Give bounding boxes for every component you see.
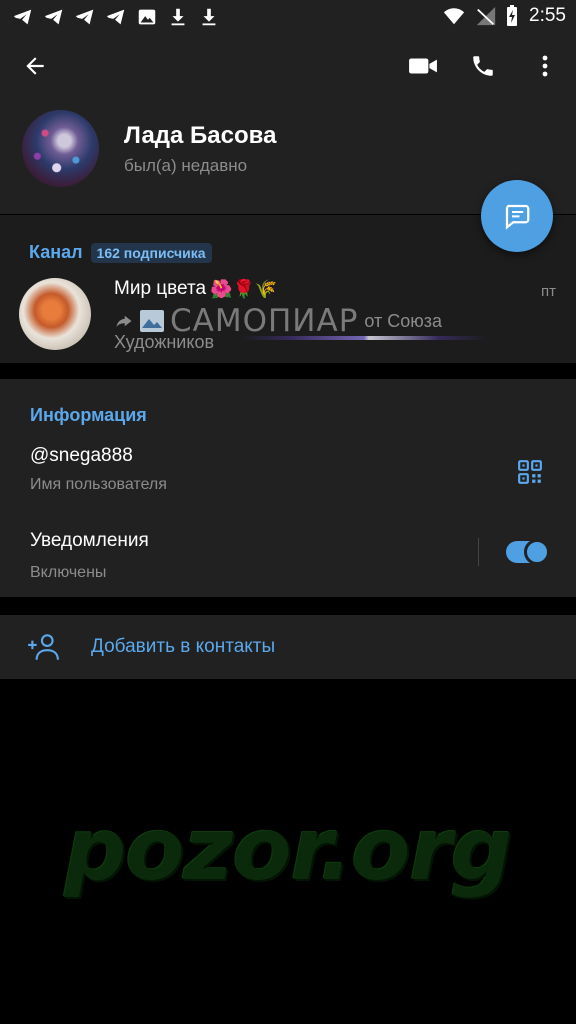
wifi-icon <box>443 8 465 25</box>
thumbnail-icon <box>140 310 164 332</box>
notification-icons <box>12 6 220 28</box>
toggle-knob <box>524 539 550 565</box>
divider <box>478 538 479 566</box>
channel-name-emoji: 🌺🌹🌾 <box>210 278 278 299</box>
channel-preview-line2: Художников <box>114 332 215 352</box>
last-seen-status: был(а) недавно <box>124 156 248 175</box>
chat-bubble-icon <box>505 204 530 230</box>
decorative-wave <box>240 336 488 340</box>
download-icon <box>171 8 185 26</box>
arrow-back-icon <box>26 57 44 75</box>
telegram-icon <box>106 9 125 25</box>
download-icon <box>202 8 216 26</box>
avatar[interactable] <box>22 110 99 187</box>
image-icon <box>138 9 156 25</box>
channel-preview-from: от Союза <box>364 310 443 331</box>
video-call-button[interactable] <box>403 46 443 86</box>
add-person-icon <box>28 634 59 660</box>
clock: 2:55 <box>529 5 566 26</box>
qr-code-icon <box>518 460 542 484</box>
channel-name: Мир цвета <box>114 278 207 299</box>
channel-message-time: пт <box>541 283 556 300</box>
add-to-contacts-label: Добавить в контакты <box>91 636 276 657</box>
notifications-label[interactable]: Уведомления <box>30 530 149 552</box>
status-bar: 2:55 <box>0 0 576 34</box>
subscribers-badge: 162 подписчика <box>90 242 212 263</box>
qr-code-button[interactable] <box>517 459 543 490</box>
telegram-icon <box>44 9 63 25</box>
channel-name-row: Мир цвета 🌺🌹🌾 <box>114 278 277 300</box>
contact-name: Лада Басова <box>124 122 277 149</box>
more-vertical-icon <box>542 55 548 77</box>
avatar-image <box>22 110 99 187</box>
profile-header: Лада Басова был(а) недавно <box>0 34 576 214</box>
channel-section-title: Канал <box>29 242 83 262</box>
message-button[interactable] <box>481 180 553 252</box>
forward-icon <box>116 315 132 327</box>
telegram-icon <box>13 9 32 25</box>
username-value[interactable]: @snega888 <box>30 445 133 467</box>
information-section: Информация @snega888 Имя пользователя Ув… <box>0 379 576 597</box>
more-options-button[interactable] <box>525 46 565 86</box>
notifications-state: Включены <box>30 564 107 581</box>
add-to-contacts-row[interactable]: Добавить в контакты <box>0 615 576 679</box>
video-camera-icon <box>409 58 437 74</box>
telegram-icon <box>75 9 94 25</box>
back-button[interactable] <box>15 46 55 86</box>
channel-header: Канал 162 подписчика <box>29 242 212 263</box>
battery-charging-icon <box>507 5 518 26</box>
no-signal-icon <box>476 6 496 26</box>
info-section-title: Информация <box>30 405 147 425</box>
call-button[interactable] <box>463 46 503 86</box>
system-icons: 2:55 <box>441 5 566 27</box>
notifications-toggle[interactable] <box>506 539 550 565</box>
channel-avatar <box>19 278 91 350</box>
username-label: Имя пользователя <box>30 476 167 493</box>
phone-icon <box>473 56 493 76</box>
watermark: pozor.org <box>64 800 513 900</box>
